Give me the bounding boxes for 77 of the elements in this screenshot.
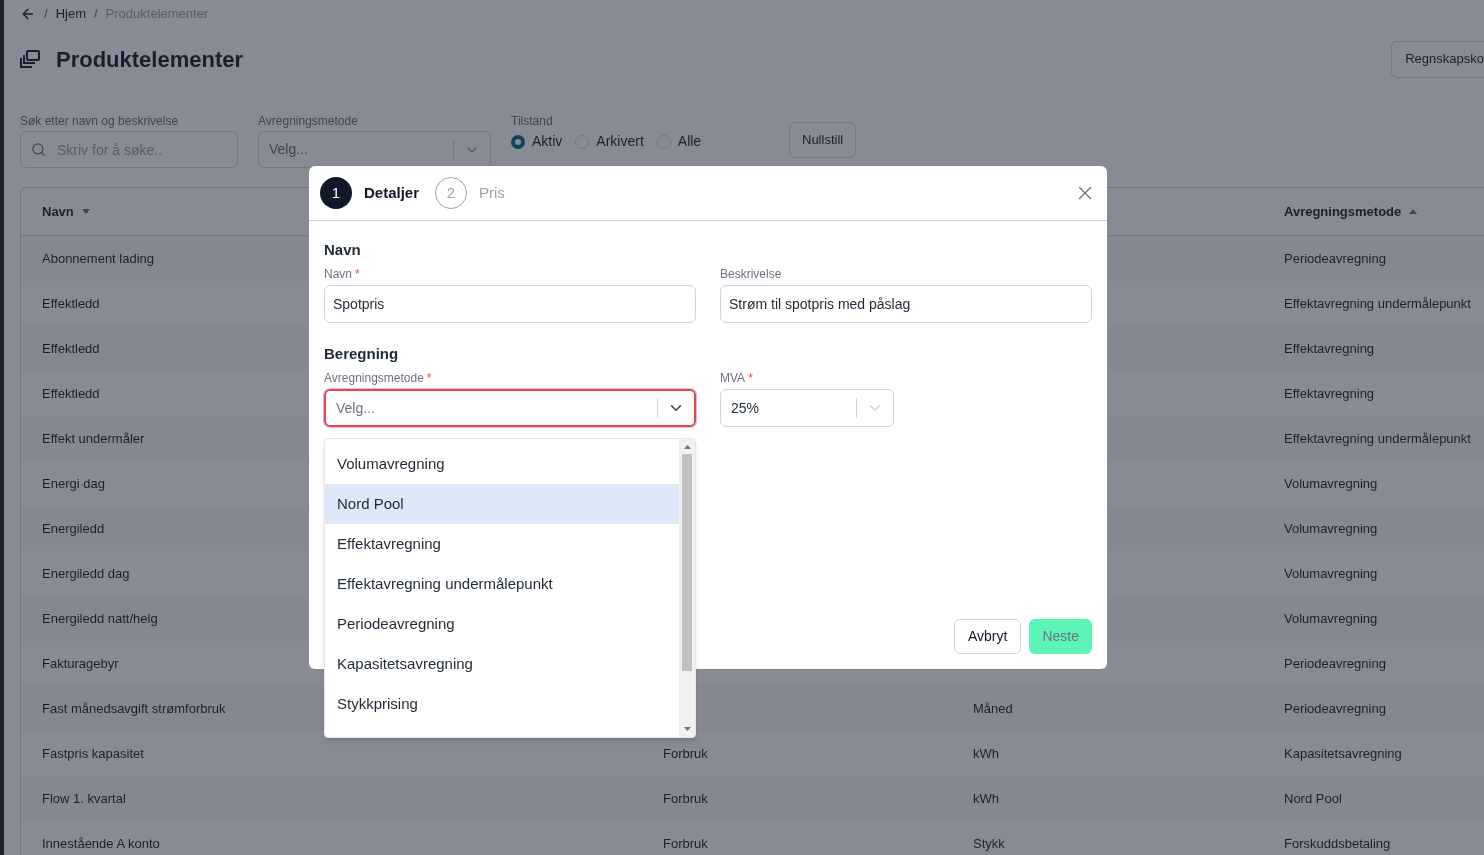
table-cell: Fakturagebyr [42, 655, 119, 671]
table-cell: Forskuddsbetaling [1284, 835, 1391, 851]
table-cell: Kapasitetsavregning [1284, 745, 1402, 761]
scrollbar[interactable] [679, 439, 695, 737]
table-cell: kWh [973, 745, 999, 761]
table-cell: Energi dag [42, 475, 105, 491]
table-cell: Innestående A konto [42, 835, 160, 851]
field-label: Beskrivelse [720, 266, 783, 281]
table-cell: Effektavregning [1284, 340, 1375, 356]
column-header[interactable]: Avregningsmetode [1284, 201, 1402, 222]
table-cell: Abonnement lading [42, 250, 155, 266]
section-title: Beregning [324, 344, 400, 363]
field-label: MVA * [720, 370, 754, 385]
table-cell: Effekt undermåler [42, 430, 145, 446]
field-label: Navn * [324, 266, 361, 281]
page-title: Produktelementer [56, 45, 244, 74]
table-cell: Forbruk [663, 745, 708, 761]
breadcrumb-separator: / [93, 4, 98, 23]
header-button[interactable]: Regnskapsko [1391, 40, 1484, 78]
field-label: Søk etter navn og beskrivelse [20, 113, 180, 128]
table-cell: Volumavregning [1284, 610, 1378, 626]
section-title: Navn [324, 240, 362, 259]
radio-label: Aktiv [532, 132, 563, 151]
stacked-windows-icon [20, 50, 40, 68]
table-cell: Effektledd [42, 340, 100, 356]
required-mark: * [355, 267, 360, 281]
table-cell: Måned [973, 700, 1013, 716]
table-cell: Volumavregning [1284, 520, 1378, 536]
dropdown-option[interactable]: Periodeavregning [325, 604, 679, 644]
table-cell: Periodeavregning [1284, 700, 1386, 716]
table-cell: Effektledd [42, 385, 100, 401]
field-label: Avregningsmetode [258, 113, 359, 128]
cancel-button[interactable]: Avbryt [954, 619, 1022, 654]
step-number: 1 [320, 177, 352, 209]
dropdown-option[interactable]: Kapasitetsavregning [325, 644, 679, 684]
field-label: Tilstand [511, 113, 554, 128]
dropdown-option[interactable]: Effektavregning undermålepunkt [325, 564, 679, 604]
radio-button[interactable] [511, 134, 525, 149]
field-label: Avregningsmetode * [324, 370, 433, 385]
table-cell: Forbruk [663, 835, 708, 851]
dropdown-option[interactable]: Nord Pool [325, 484, 679, 524]
table-cell: Effektavregning [1284, 385, 1375, 401]
table-cell: Energiledd natt/helg [42, 610, 158, 626]
table-cell: Effektledd [42, 295, 100, 311]
table-cell: Fast månedsavgift strømforbruk [42, 700, 226, 716]
table-cell: Periodeavregning [1284, 655, 1386, 671]
select-field[interactable]: Velg... [324, 389, 696, 427]
table-cell: kWh [973, 790, 999, 806]
required-mark: * [426, 371, 432, 385]
text-field[interactable]: Spotpris [324, 285, 696, 323]
reset-button[interactable]: Nullstill [789, 122, 857, 158]
required-mark: * [748, 371, 753, 385]
table-cell: Energiledd [42, 520, 105, 536]
table-cell: Fastpris kapasitet [42, 745, 144, 761]
radio-label: Arkivert [596, 132, 644, 151]
breadcrumb-link[interactable]: Hjem [55, 3, 86, 24]
table-cell: Flow 1. kvartal [42, 790, 126, 806]
table-cell: Effektavregning undermålepunkt [1284, 430, 1471, 446]
scroll-up-icon[interactable] [683, 445, 691, 449]
dropdown-option[interactable]: Effektavregning [325, 524, 679, 564]
select-field[interactable]: 25% [720, 389, 894, 427]
table-cell: Volumavregning [1284, 565, 1378, 581]
dropdown-option[interactable]: Volumavregning [325, 444, 679, 484]
dropdown-option[interactable]: Stykkprising [325, 684, 679, 724]
text-field[interactable]: Strøm til spotpris med påslag [720, 285, 1092, 323]
breadcrumb-separator: / [44, 4, 48, 23]
table-cell: Volumavregning [1284, 475, 1378, 491]
step-label[interactable]: Detaljer [364, 181, 420, 205]
column-header[interactable]: Navn [42, 201, 74, 222]
table-cell: Effektavregning undermålepunkt [1284, 295, 1471, 311]
table-cell: Stykk [973, 835, 1005, 851]
table-cell: Forbruk [663, 790, 708, 806]
table-cell: Nord Pool [1284, 790, 1342, 806]
search-icon [31, 142, 46, 157]
table-cell: Periodeavregning [1284, 250, 1386, 266]
table-cell: Energiledd dag [42, 565, 130, 581]
radio-label: Alle [677, 132, 702, 151]
